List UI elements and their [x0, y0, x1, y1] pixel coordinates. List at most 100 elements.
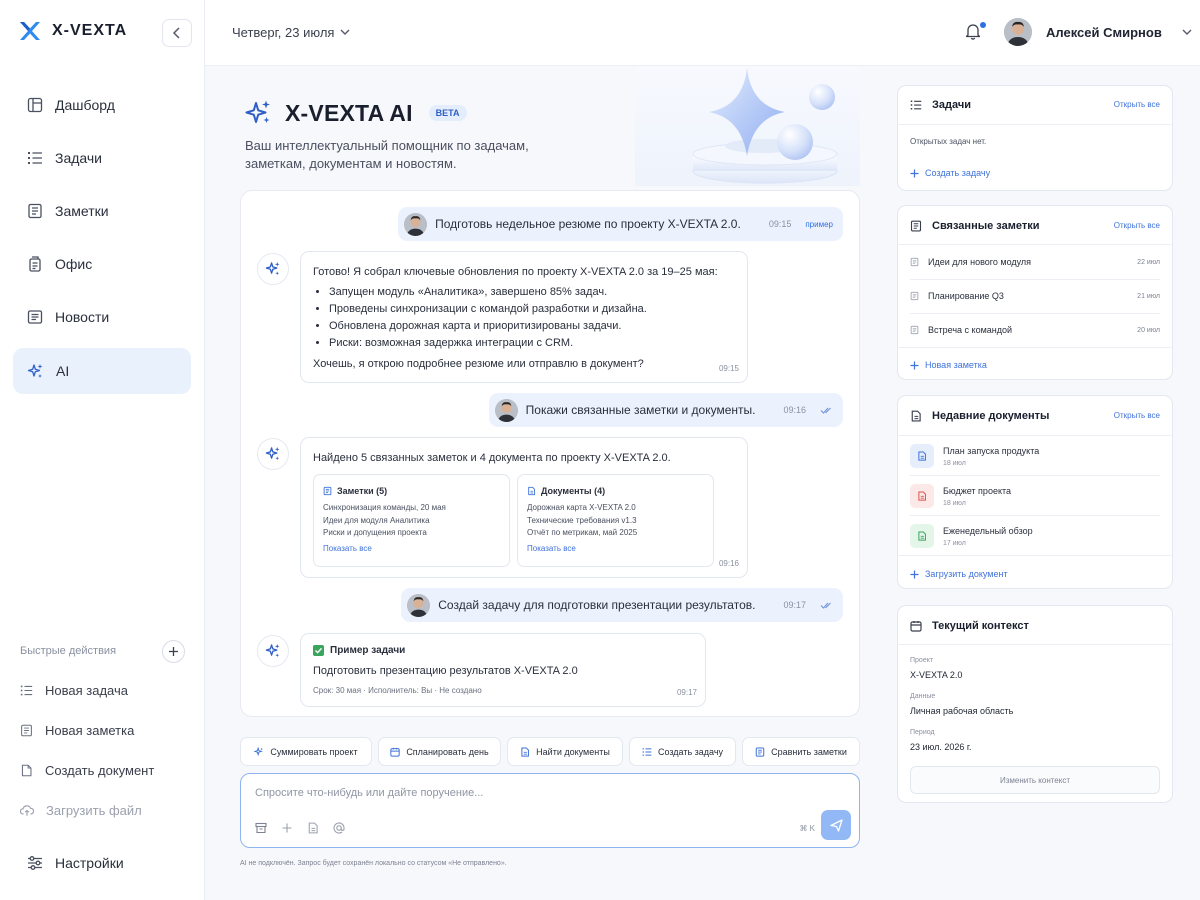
list-item[interactable]: Планирование Q3 21 июл: [910, 291, 1160, 301]
send-button[interactable]: [821, 810, 851, 840]
sidebar-item-dashboard[interactable]: Дашборд: [13, 82, 191, 128]
document-row[interactable]: План запуска продукта 18 июл: [910, 444, 1160, 468]
chip-compare-notes[interactable]: Сравнить заметки: [742, 737, 860, 766]
chip-find-documents[interactable]: Найти документы: [507, 737, 623, 766]
list-item: Синхронизация команды, 20 мая: [323, 503, 446, 512]
chip-label: Найти документы: [536, 746, 610, 757]
quick-upload-file[interactable]: Загрузить файл: [20, 803, 142, 818]
sidebar-item-label: Офис: [55, 256, 93, 272]
double-check-icon: [820, 602, 831, 609]
action-label: Новая заметка: [925, 360, 987, 370]
list-item[interactable]: Идеи для нового модуля 22 июл: [910, 257, 1160, 267]
quick-new-note[interactable]: Новая заметка: [20, 723, 134, 738]
input-toolbar: [255, 822, 345, 834]
card-title: Недавние документы: [932, 410, 1050, 422]
list-item[interactable]: Встреча с командой 20 июл: [910, 325, 1160, 335]
sidebar-item-tasks[interactable]: Задачи: [13, 135, 191, 181]
archive-icon[interactable]: [255, 822, 267, 834]
chip-label: Суммировать проект: [270, 746, 358, 757]
double-check-icon: [820, 407, 831, 414]
open-all-docs-link[interactable]: Открыть все: [1114, 411, 1160, 420]
prompt-input[interactable]: Спросите что-нибудь или дайте поручение.…: [255, 787, 483, 799]
divider: [910, 475, 1160, 476]
change-context-button[interactable]: Изменить контекст: [910, 766, 1160, 794]
card-title: Задачи: [932, 99, 971, 111]
chip-label: Сравнить заметки: [771, 746, 847, 757]
page-title: X-VEXTA AI BETA: [245, 99, 467, 127]
chip-label: Создать задачу: [657, 746, 724, 757]
document-row[interactable]: Еженедельный обзор 17 июл: [910, 524, 1160, 548]
note-icon: [910, 325, 919, 335]
plus-icon: [169, 647, 178, 656]
sheet-document-icon: [918, 531, 926, 541]
show-all-notes-link[interactable]: Показать все: [323, 544, 500, 553]
new-note-button[interactable]: Новая заметка: [910, 360, 987, 370]
docs-card-header: Недавние документы: [910, 410, 1049, 422]
upload-document-button[interactable]: Загрузить документ: [910, 569, 1008, 579]
open-all-tasks-link[interactable]: Открыть все: [1114, 100, 1160, 109]
plus-icon: [910, 570, 919, 578]
document-icon[interactable]: [307, 822, 319, 834]
related-docs-title: Документы (4): [541, 486, 606, 496]
at-sign-icon[interactable]: [333, 822, 345, 834]
document-date: 17 июл: [943, 539, 966, 547]
chip-plan-day[interactable]: Спланировать день: [378, 737, 501, 766]
note-name: Идеи для нового модуля: [928, 257, 1032, 267]
sidebar-item-label: Новости: [55, 309, 110, 325]
document-name: Бюджет проекта: [943, 485, 1012, 496]
context-data-label: Данные: [910, 693, 936, 700]
quick-new-task[interactable]: Новая задача: [20, 683, 128, 698]
checkbox-checked-icon: [313, 645, 324, 656]
beta-badge: BETA: [428, 105, 467, 121]
app-name: X-VEXTA: [52, 22, 128, 39]
divider: [898, 347, 1172, 348]
user-menu[interactable]: Алексей Смирнов: [1004, 18, 1192, 46]
collapse-sidebar-button[interactable]: [162, 19, 192, 47]
note-name: Встреча с командой: [928, 325, 1013, 335]
summary-list: Запущен модуль «Аналитика», завершено 85…: [313, 284, 735, 352]
task-preview-card[interactable]: Пример задачи Подготовить презентацию ре…: [300, 633, 706, 707]
sidebar-item-office[interactable]: Офис: [13, 241, 191, 287]
message-time: 09:15: [718, 364, 739, 373]
related-notes-card[interactable]: Заметки (5) Синхронизация команды, 20 ма…: [313, 474, 510, 567]
prompt-input-box[interactable]: Спросите что-нибудь или дайте поручение.…: [240, 773, 860, 848]
document-row[interactable]: Бюджет проекта 18 июл: [910, 484, 1160, 508]
calendar-icon: [390, 747, 400, 757]
sidebar-item-settings[interactable]: Настройки: [13, 840, 191, 886]
sidebar-item-label: Задачи: [55, 150, 103, 166]
chip-summarize-project[interactable]: Суммировать проект: [240, 737, 372, 766]
document-name: План запуска продукта: [943, 445, 1040, 456]
message-time: 09:15: [768, 219, 792, 229]
sidebar-item-ai[interactable]: AI: [13, 348, 191, 394]
notifications-button[interactable]: [965, 22, 981, 40]
related-docs-card[interactable]: Документы (4) Дорожная карта X-VEXTA 2.0…: [517, 474, 714, 567]
sparkle-icon: [265, 643, 280, 658]
list-icon: [642, 747, 652, 756]
plus-icon[interactable]: [281, 822, 293, 834]
date-selector[interactable]: Четверг, 23 июля: [232, 25, 350, 40]
add-quick-action-button[interactable]: [162, 640, 185, 663]
sidebar-item-news[interactable]: Новости: [13, 294, 191, 340]
context-project-label: Проект: [910, 657, 934, 664]
sidebar-item-notes[interactable]: Заметки: [13, 188, 191, 234]
show-all-docs-link[interactable]: Показать все: [527, 544, 704, 553]
send-icon: [829, 818, 843, 832]
message-text: Покажи связанные заметки и документы.: [525, 403, 756, 417]
open-all-notes-link[interactable]: Открыть все: [1114, 221, 1160, 230]
divider: [898, 435, 1172, 436]
chevron-left-icon: [172, 27, 180, 39]
note-icon: [323, 486, 332, 496]
task-preview-text: Подготовить презентацию результатов X-VE…: [313, 665, 578, 677]
avatar: [494, 398, 518, 422]
document-icon: [918, 451, 926, 461]
pdf-document-icon: [918, 491, 926, 501]
app-logo[interactable]: X-VEXTA: [18, 20, 127, 42]
quick-create-document[interactable]: Создать документ: [20, 763, 154, 778]
note-date: 20 июл: [1137, 326, 1160, 334]
quick-item-label: Загрузить файл: [46, 803, 142, 818]
message-time: 09:16: [783, 405, 806, 415]
user-name: Алексей Смирнов: [1046, 24, 1162, 40]
chip-create-task[interactable]: Создать задачу: [629, 737, 736, 766]
example-tag: пример: [805, 219, 833, 229]
create-task-button[interactable]: Создать задачу: [910, 168, 990, 178]
